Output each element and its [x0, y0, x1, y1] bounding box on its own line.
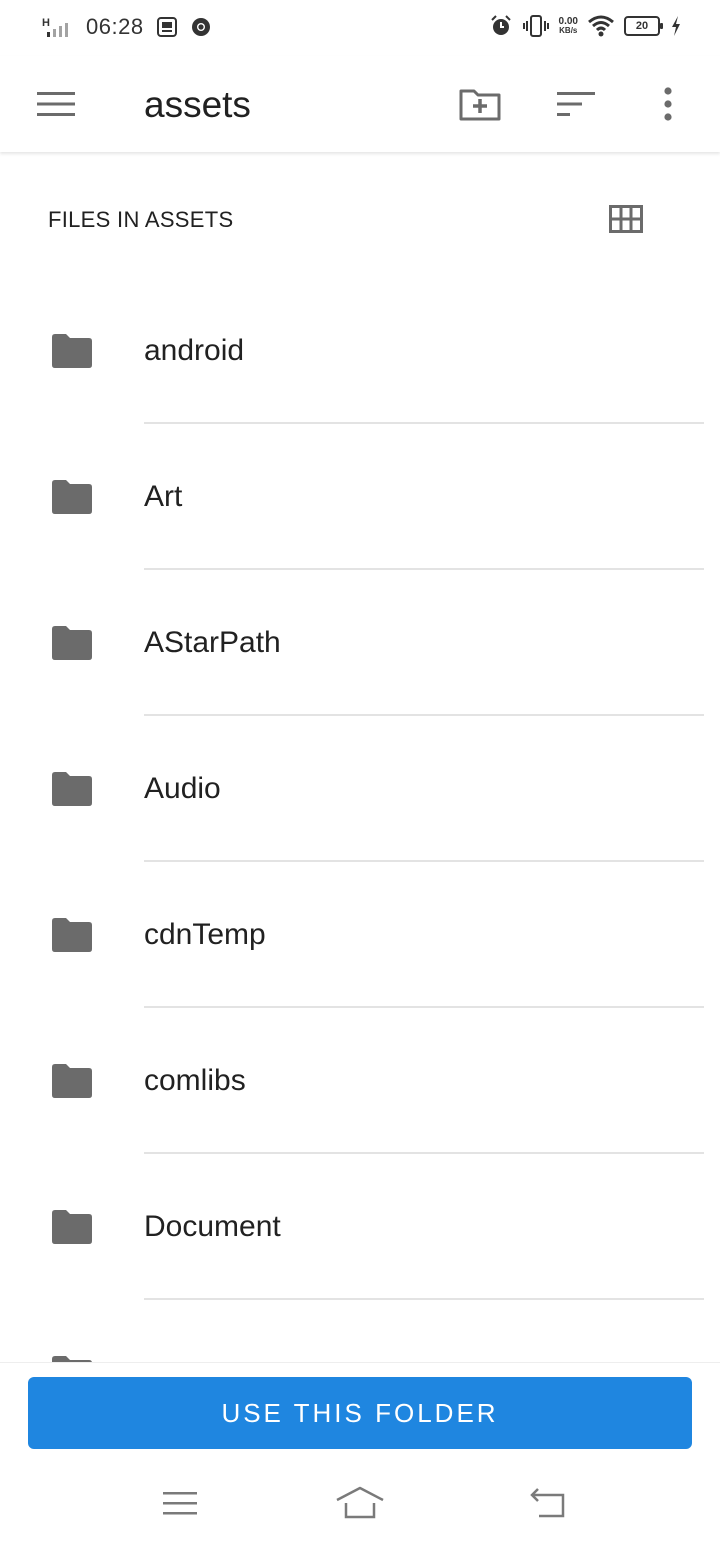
- net-speed-unit: KB/s: [559, 26, 578, 35]
- folder-icon: [52, 480, 92, 514]
- net-speed-value: 0.00: [558, 16, 578, 27]
- page-title: assets: [144, 84, 251, 125]
- list-item[interactable]: Audio: [0, 716, 720, 862]
- system-nav-bar: [0, 1463, 720, 1543]
- signal-icon: H: [40, 15, 74, 39]
- status-left: H 06:28: [40, 14, 212, 40]
- file-name: cdnTemp: [144, 918, 266, 951]
- home-icon: [336, 1486, 384, 1519]
- home-button[interactable]: [330, 1473, 390, 1533]
- folder-icon: [52, 1064, 92, 1098]
- charging-icon: [672, 16, 680, 36]
- more-options-button[interactable]: [644, 80, 692, 128]
- recents-icon: [163, 1492, 197, 1515]
- list-item[interactable]: comlibs: [0, 1008, 720, 1154]
- file-name: Document: [144, 1210, 281, 1243]
- new-folder-icon: [459, 89, 501, 121]
- net-speed: 0.00 KB/s: [558, 16, 578, 36]
- wifi-icon: [588, 15, 614, 37]
- grid-view-icon: [609, 205, 643, 233]
- bottom-area: USE THIS FOLDER: [0, 1362, 720, 1544]
- network-type: H: [42, 17, 50, 29]
- folder-icon: [52, 626, 92, 660]
- status-bar: H 06:28 0.00 KB/s 20: [0, 0, 720, 56]
- file-list: android Art AStarPath Audio cdnTemp comlibs Do…: [0, 278, 720, 1362]
- gallery-icon: [156, 17, 177, 37]
- list-item[interactable]: cdnTemp: [0, 862, 720, 1008]
- list-item[interactable]: [0, 1300, 720, 1362]
- file-name: Art: [144, 480, 183, 513]
- more-options-icon: [664, 87, 672, 121]
- list-item[interactable]: AStarPath: [0, 570, 720, 716]
- list-item[interactable]: android: [0, 278, 720, 424]
- list-item[interactable]: Document: [0, 1154, 720, 1300]
- chrome-icon: [191, 18, 210, 36]
- folder-icon: [52, 1210, 92, 1244]
- menu-icon: [37, 92, 75, 116]
- battery-icon: 20: [624, 16, 663, 36]
- folder-icon: [52, 334, 92, 368]
- alarm-icon: [490, 15, 511, 35]
- back-button[interactable]: [518, 1473, 578, 1533]
- grid-view-button[interactable]: [602, 195, 650, 243]
- file-name: android: [144, 334, 245, 367]
- recents-button[interactable]: [150, 1473, 210, 1533]
- file-name: AStarPath: [144, 626, 281, 659]
- use-this-folder-button[interactable]: USE THIS FOLDER: [28, 1377, 692, 1449]
- section-title: FILES IN ASSETS: [48, 207, 234, 232]
- back-icon: [530, 1488, 565, 1518]
- file-name: Audio: [144, 772, 221, 805]
- battery-level: 20: [635, 20, 649, 32]
- status-right: 0.00 KB/s 20: [489, 14, 682, 38]
- sort-button[interactable]: [552, 80, 600, 128]
- menu-button[interactable]: [32, 80, 80, 128]
- list-item[interactable]: Art: [0, 424, 720, 570]
- new-folder-button[interactable]: [456, 80, 504, 128]
- vibrate-icon: [522, 15, 549, 37]
- file-name: comlibs: [144, 1064, 246, 1097]
- folder-icon: [52, 772, 92, 806]
- folder-icon: [52, 918, 92, 952]
- clock: 06:28: [86, 14, 144, 39]
- sort-icon: [557, 92, 595, 116]
- app-bar: assets: [0, 56, 720, 152]
